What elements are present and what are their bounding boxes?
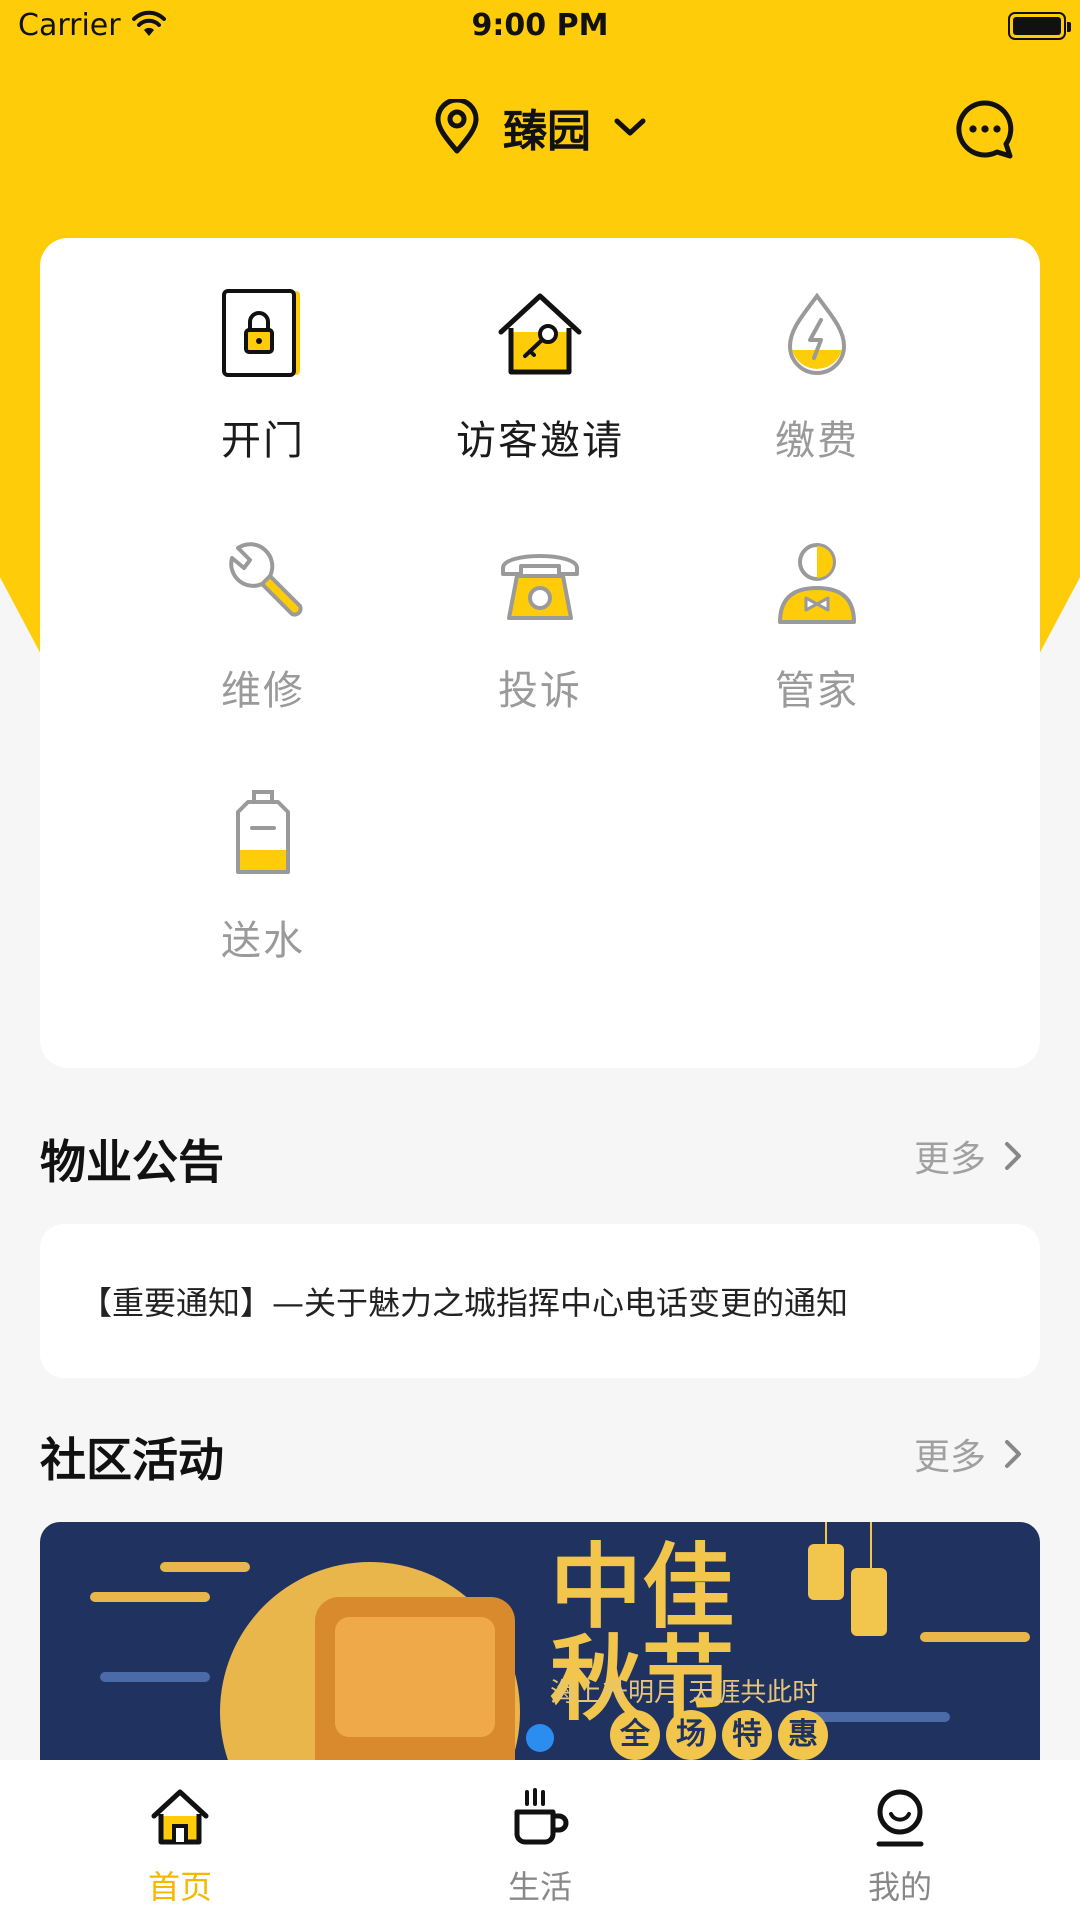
door-lock-icon <box>222 289 300 377</box>
cloud-decoration <box>920 1632 1030 1642</box>
service-open-door[interactable]: 开门 <box>133 288 393 466</box>
tab-home[interactable]: 首页 <box>0 1760 360 1920</box>
status-bar: Carrier 9:00 PM <box>0 0 1080 54</box>
notice-more-link[interactable]: 更多 <box>914 1130 1022 1182</box>
clock: 9:00 PM <box>471 8 609 43</box>
tab-label: 首页 <box>147 1868 212 1906</box>
banner-badge: 全 场 特 惠 <box>610 1710 834 1760</box>
service-water-delivery[interactable]: 送水 <box>133 788 393 966</box>
tab-label: 生活 <box>507 1868 572 1906</box>
butler-icon <box>778 543 856 624</box>
coffee-cup-icon <box>514 1788 569 1845</box>
location-selector[interactable]: 臻园 <box>0 92 1080 162</box>
cloud-decoration <box>100 1672 210 1682</box>
more-label: 更多 <box>913 1139 986 1180</box>
community-name: 臻园 <box>503 106 591 157</box>
lantern-decoration <box>851 1568 887 1636</box>
service-complaint[interactable]: 投诉 <box>410 538 670 716</box>
carousel-page-indicator[interactable] <box>526 1724 554 1752</box>
water-bottle-icon <box>236 790 290 874</box>
lantern-decoration <box>808 1544 844 1600</box>
service-label: 管家 <box>775 668 859 714</box>
chevron-right-icon <box>1005 1142 1021 1170</box>
tab-bar: 首页 生活 我的 <box>0 1760 1080 1920</box>
badge-char: 全 <box>610 1710 660 1760</box>
user-smile-icon <box>876 1789 924 1847</box>
tab-label: 我的 <box>867 1868 932 1906</box>
wrench-icon <box>229 542 303 617</box>
location-pin-icon <box>435 99 479 154</box>
tab-life[interactable]: 生活 <box>360 1760 720 1920</box>
chevron-right-icon <box>1005 1440 1021 1468</box>
more-label: 更多 <box>913 1437 986 1478</box>
lantern-string <box>870 1522 872 1568</box>
service-label: 送水 <box>221 918 305 964</box>
banner-title-line: 中佳 <box>550 1534 735 1641</box>
badge-char: 场 <box>666 1710 716 1760</box>
service-butler[interactable]: 管家 <box>687 538 947 716</box>
notice-card[interactable]: 【重要通知】—关于魅力之城指挥中心电话变更的通知 <box>40 1224 1040 1378</box>
service-label: 投诉 <box>498 668 582 714</box>
message-icon[interactable] <box>954 98 1016 160</box>
service-label: 开门 <box>221 418 305 464</box>
badge-char: 惠 <box>778 1710 828 1760</box>
badge-char: 特 <box>722 1710 772 1760</box>
tab-mine[interactable]: 我的 <box>720 1760 1080 1920</box>
banner-subtitle: 海上升明月 天涯共此时 <box>550 1678 819 1708</box>
service-label: 缴费 <box>775 418 859 464</box>
mooncake-illustration <box>315 1597 515 1762</box>
cloud-decoration <box>160 1562 250 1572</box>
notice-section-title: 物业公告 <box>40 1135 224 1189</box>
cloud-decoration <box>90 1592 210 1602</box>
service-label: 访客邀请 <box>456 418 624 464</box>
service-payment[interactable]: 缴费 <box>687 288 947 466</box>
power-drop-icon <box>787 292 847 375</box>
notice-text: 【重要通知】—关于魅力之城指挥中心电话变更的通知 <box>80 1284 849 1322</box>
activity-section-title: 社区活动 <box>40 1433 224 1487</box>
service-card: 开门 访客邀请 缴费 维修 投诉 管家 送水 <box>40 238 1040 1068</box>
activity-more-link[interactable]: 更多 <box>914 1428 1022 1480</box>
telephone-icon <box>501 554 579 620</box>
battery-icon <box>1008 12 1071 40</box>
home-screen: Carrier 9:00 PM 臻园 开门 访客邀请 缴费 维修 投诉 管家 送… <box>0 0 1080 1920</box>
service-repair[interactable]: 维修 <box>133 538 393 716</box>
chevron-down-icon <box>614 118 646 136</box>
service-label: 维修 <box>221 668 305 714</box>
house-key-icon <box>498 293 582 375</box>
home-icon <box>151 1789 209 1845</box>
lantern-string <box>825 1522 827 1544</box>
service-visitor-invite[interactable]: 访客邀请 <box>410 288 670 466</box>
